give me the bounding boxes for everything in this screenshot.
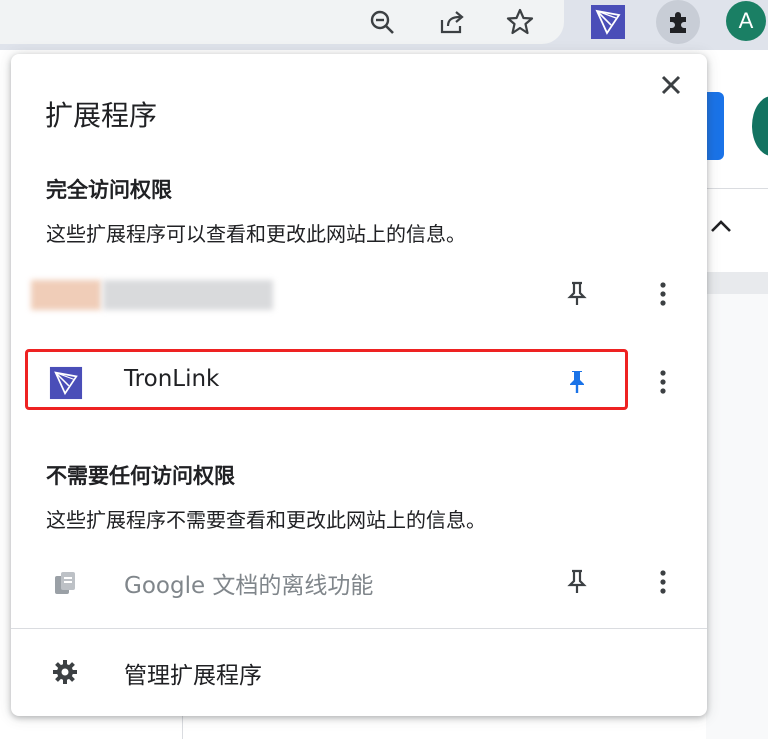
background-divider [182, 716, 183, 739]
background-divider [706, 188, 768, 189]
address-bar[interactable] [0, 0, 564, 44]
blurred-extension-name [103, 280, 273, 310]
background-avatar [752, 96, 768, 156]
full-access-description: 这些扩展程序可以查看和更改此网站上的信息。 [46, 222, 466, 246]
manage-extensions-button[interactable]: 管理扩展程序 [11, 636, 707, 706]
extension-name: Google 文档的离线功能 [124, 573, 374, 599]
more-options-icon[interactable] [647, 366, 679, 398]
popup-title: 扩展程序 [45, 99, 158, 132]
pin-icon[interactable] [561, 566, 593, 598]
no-access-heading: 不需要任何访问权限 [46, 464, 235, 488]
zoom-out-icon[interactable] [362, 2, 402, 42]
highlight-box [25, 349, 628, 410]
browser-toolbar: A [0, 0, 768, 50]
background-panel [706, 294, 768, 739]
extension-row-blurred[interactable] [11, 264, 707, 324]
avatar[interactable]: A [726, 1, 766, 41]
background-row [706, 272, 768, 294]
divider [11, 628, 707, 629]
pin-icon[interactable] [561, 278, 593, 310]
share-icon[interactable] [432, 2, 472, 42]
no-access-description: 这些扩展程序不需要查看和更改此网站上的信息。 [46, 508, 486, 532]
more-options-icon[interactable] [647, 278, 679, 310]
bookmark-star-icon[interactable] [500, 2, 540, 42]
extension-row-google-docs-offline[interactable]: Google 文档的离线功能 [11, 552, 707, 612]
manage-extensions-label: 管理扩展程序 [124, 663, 262, 689]
google-docs-offline-icon [49, 566, 83, 600]
more-options-icon[interactable] [647, 566, 679, 598]
extensions-popup: 扩展程序 完全访问权限 这些扩展程序可以查看和更改此网站上的信息。 TronLi… [11, 54, 707, 716]
chevron-up-icon [708, 214, 734, 244]
blurred-extension-icon [31, 280, 101, 310]
extensions-puzzle-icon[interactable] [656, 0, 700, 44]
gear-icon [51, 658, 79, 690]
tronlink-icon[interactable] [588, 2, 628, 42]
close-icon[interactable] [656, 70, 686, 100]
full-access-heading: 完全访问权限 [46, 178, 172, 202]
